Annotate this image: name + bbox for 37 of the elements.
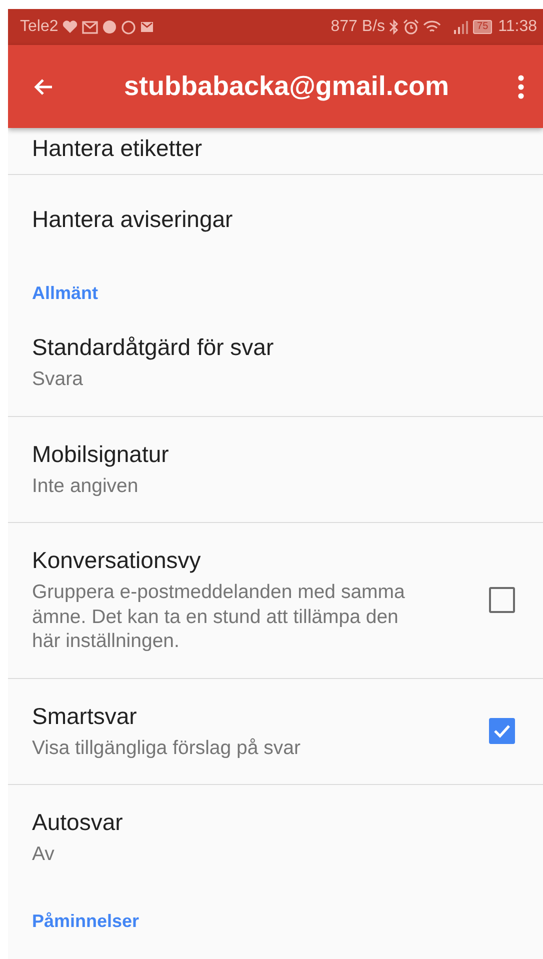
section-header: Allmänt [31, 282, 100, 305]
setting-summary: Gruppera e-postmeddelanden med samma ämne. Det kan ta en stund att tillämpa den här inställningen. [32, 580, 406, 654]
setting-title: Standardåtgärd för svar [32, 334, 275, 361]
setting-summary: Svara [32, 367, 84, 392]
settings-item[interactable]: Hantera aviseringar [8, 175, 543, 263]
checkmark-icon [493, 724, 511, 738]
setting-title: Hantera etiketter [32, 134, 204, 162]
setting-title: Mobilsignatur [32, 440, 170, 468]
section-header: Påminnelser [31, 910, 140, 932]
clock-time: 11:38 [498, 18, 537, 36]
alarm-clock-icon [403, 19, 420, 35]
settings-item[interactable]: Mobilsignatur Inte angiven [8, 416, 543, 523]
checkbox[interactable] [489, 718, 515, 744]
mail-icon [140, 21, 154, 33]
signal-icon [453, 20, 470, 34]
setting-summary: Av [32, 842, 56, 866]
setting-title: Autosvar [32, 809, 124, 836]
setting-summary: Inte angiven [32, 474, 140, 498]
setting-title: Hantera aviseringar [32, 206, 234, 232]
network-speed: 877 B/s [330, 18, 386, 36]
carrier-name: Tele2 [20, 18, 58, 36]
checkbox[interactable] [489, 587, 515, 614]
heart-icon [62, 20, 78, 34]
battery-indicator: 75 [473, 20, 492, 34]
account-title: stubbabacka@gmail.com [123, 71, 450, 102]
setting-summary: Visa tillgängliga förslag på svar [32, 736, 302, 760]
settings-item[interactable]: Smartsvar Visa tillgängliga förslag på svar [8, 678, 543, 785]
setting-title: Konversationsvy [32, 547, 202, 574]
settings-item[interactable]: Autosvar Av [8, 785, 543, 890]
mail-icon [82, 20, 98, 34]
settings-item[interactable]: Konversationsvy Gruppera e-postmeddelanden med samma ämne. Det kan ta en stund att tillämpa den här inställningen. [8, 523, 543, 678]
bluetooth-icon [389, 19, 400, 35]
settings-item[interactable]: Hantera etiketter [8, 128, 543, 175]
setting-title: Smartsvar [32, 702, 138, 730]
more-dots-icon [517, 74, 525, 100]
settings-item[interactable]: Standardåtgärd för svar Svara [8, 310, 543, 416]
wifi-icon [423, 20, 442, 34]
